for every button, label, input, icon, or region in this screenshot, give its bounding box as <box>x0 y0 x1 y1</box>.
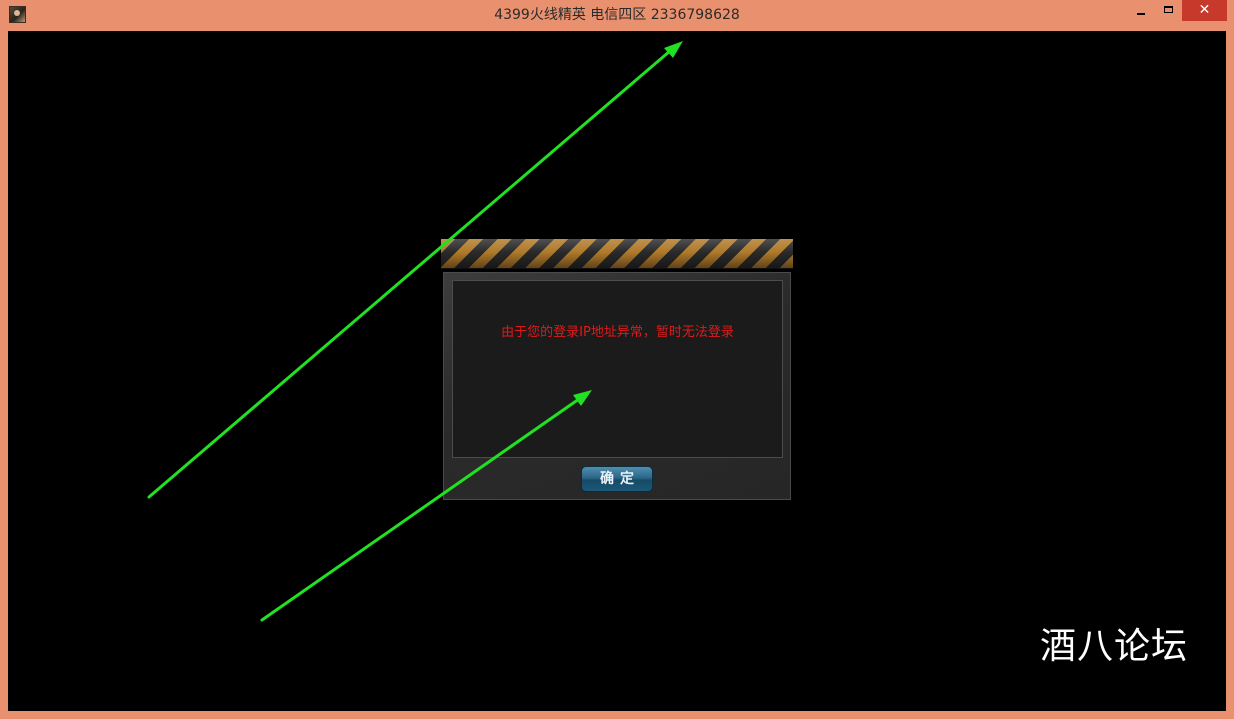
title-bar[interactable]: 4399火线精英 电信四区 2336798628 ✕ <box>0 0 1234 30</box>
close-button[interactable]: ✕ <box>1182 0 1227 21</box>
window-title: 4399火线精英 电信四区 2336798628 <box>494 7 740 23</box>
confirm-button[interactable]: 确定 <box>581 466 653 492</box>
app-window: 4399火线精英 电信四区 2336798628 ✕ 由于您的登录IP地址异常，… <box>0 0 1234 719</box>
forum-watermark: 酒八论坛 <box>1040 626 1189 667</box>
minimize-button[interactable] <box>1128 0 1154 21</box>
message-panel: 由于您的登录IP地址异常，暂时无法登录 <box>452 280 783 458</box>
maximize-icon <box>1164 6 1173 13</box>
close-icon: ✕ <box>1198 2 1211 18</box>
error-message: 由于您的登录IP地址异常，暂时无法登录 <box>501 325 734 340</box>
dialog-body: 由于您的登录IP地址异常，暂时无法登录 确定 <box>443 272 791 500</box>
maximize-button[interactable] <box>1155 0 1181 21</box>
error-dialog: 由于您的登录IP地址异常，暂时无法登录 确定 <box>441 239 793 502</box>
hazard-stripe-header <box>441 239 793 269</box>
minimize-icon <box>1137 13 1145 15</box>
game-viewport: 由于您的登录IP地址异常，暂时无法登录 确定 <box>8 31 1226 711</box>
